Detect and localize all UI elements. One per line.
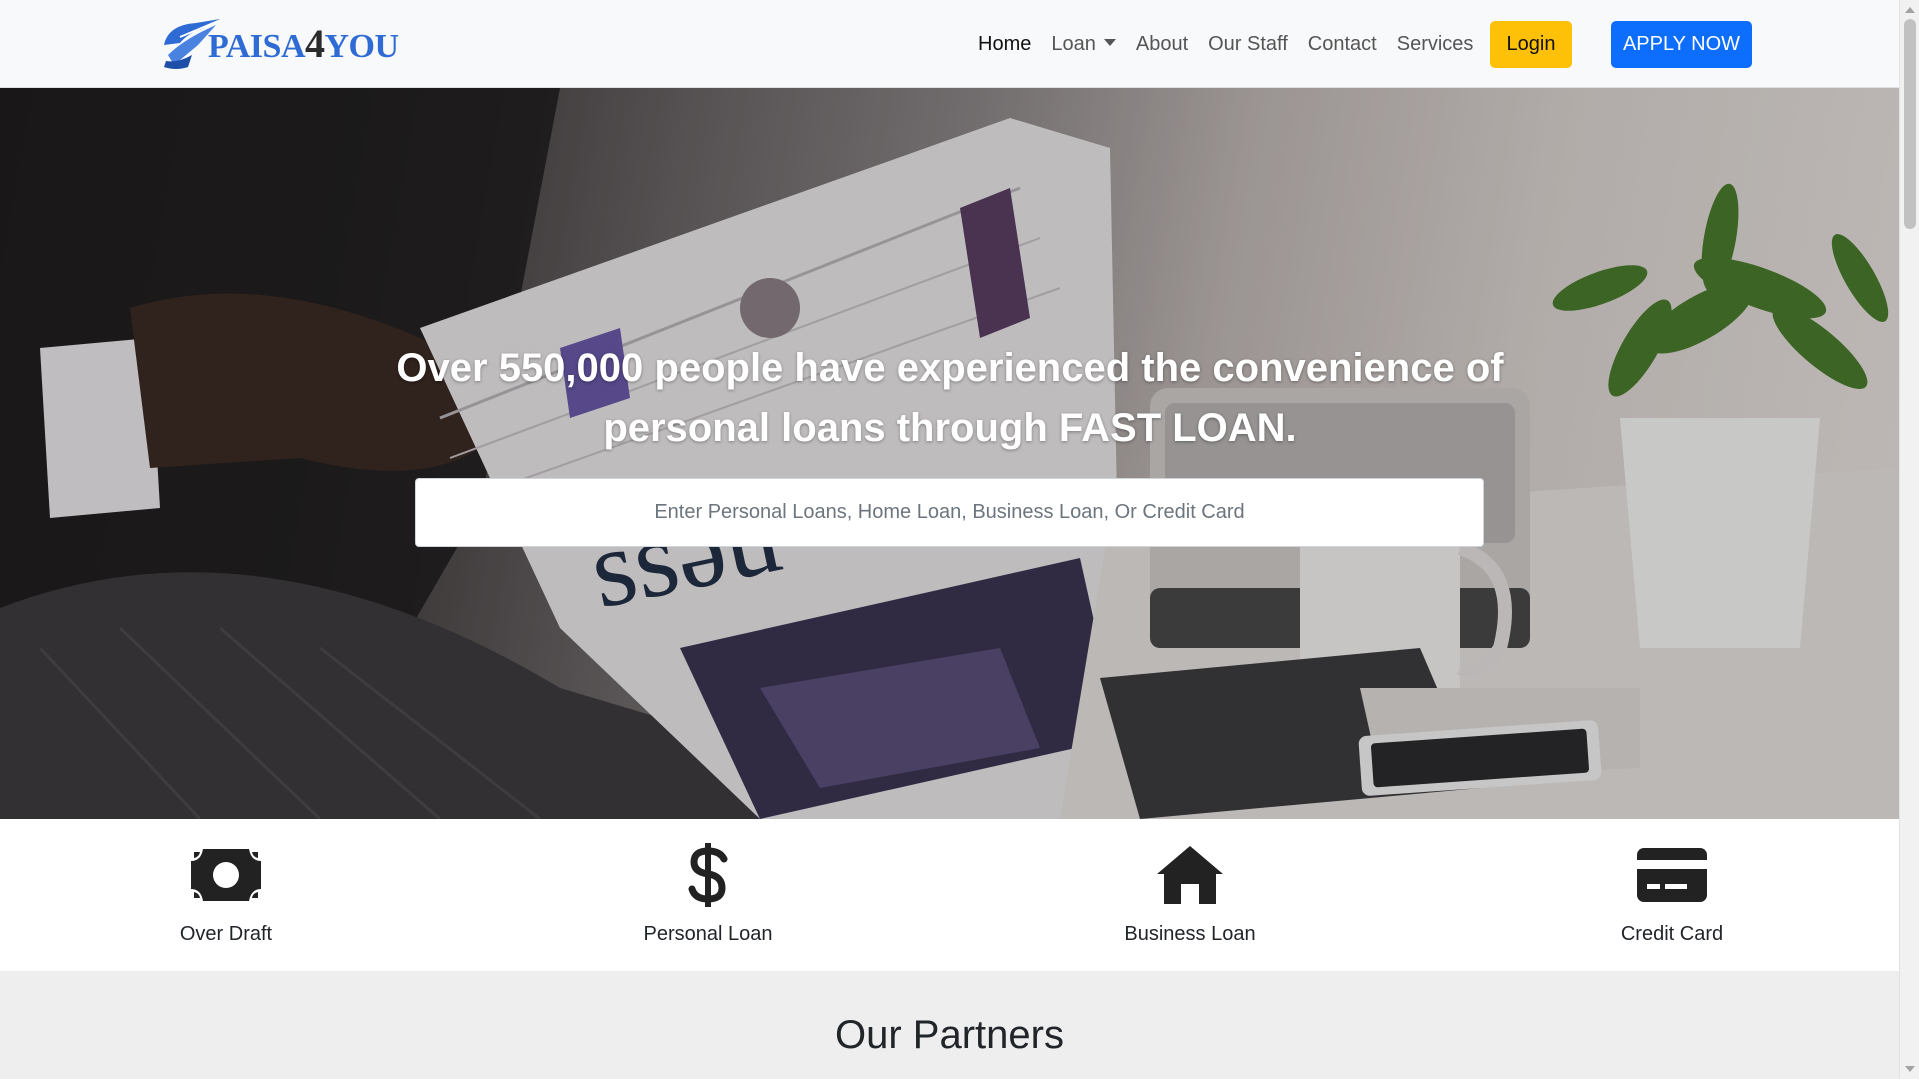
hero-headline: Over 550,000 people have experienced the… [396, 346, 1504, 450]
partners-section: Our Partners [0, 971, 1899, 1079]
loan-search-input[interactable] [415, 478, 1484, 547]
service-business-loan[interactable]: Business Loan [1060, 841, 1320, 946]
scrollbar-thumb[interactable] [1904, 19, 1916, 229]
brand-name-part1: PAISA [208, 28, 306, 65]
scroll-down-arrow-icon[interactable] [1905, 1066, 1915, 1072]
service-label: Personal Loan [643, 923, 773, 945]
service-label: Over Draft [179, 923, 273, 945]
service-label: Business Loan [1124, 923, 1256, 945]
service-over-draft[interactable]: Over Draft [96, 841, 356, 946]
service-label: Credit Card [1620, 923, 1724, 945]
nav-menu: Home Loan About Our Staff Contact Servic… [968, 24, 1483, 64]
page-scrollbar[interactable] [1899, 0, 1919, 1079]
scroll-up-arrow-icon[interactable] [1905, 7, 1915, 13]
brand-wordmark: PAISA4YOU [208, 24, 399, 64]
services-strip: Over Draft Personal Loan Business Loan C… [0, 819, 1899, 971]
credit-card-icon [1542, 841, 1802, 909]
service-personal-loan[interactable]: Personal Loan [578, 841, 838, 946]
brand-name-part3: YOU [324, 28, 400, 65]
apply-now-button[interactable]: APPLY NOW [1611, 21, 1752, 68]
page-viewport: PAISA4YOU Home Loan About Our Staff Cont… [0, 0, 1899, 1079]
nav-item-contact[interactable]: Contact [1298, 25, 1387, 64]
nav-item-services[interactable]: Services [1387, 25, 1484, 64]
hero-banner: ssəu Over 550,000 people have experience… [0, 88, 1899, 819]
house-icon [1060, 841, 1320, 909]
login-button[interactable]: Login [1490, 21, 1572, 68]
brand-name-part2: 4 [305, 21, 325, 66]
partners-heading: Our Partners [835, 1013, 1064, 1057]
nav-item-loan-dropdown[interactable]: Loan [1041, 25, 1126, 64]
top-navbar: PAISA4YOU Home Loan About Our Staff Cont… [0, 0, 1899, 88]
nav-item-loan-label: Loan [1051, 32, 1096, 55]
brand-logo[interactable]: PAISA4YOU [158, 14, 399, 74]
nav-item-about[interactable]: About [1126, 25, 1198, 64]
money-bill-icon [96, 841, 356, 909]
dollar-sign-icon [578, 841, 838, 909]
nav-item-home[interactable]: Home [968, 25, 1041, 64]
caret-down-icon [1103, 38, 1116, 46]
service-credit-card[interactable]: Credit Card [1542, 841, 1802, 946]
nav-item-our-staff[interactable]: Our Staff [1198, 25, 1298, 64]
